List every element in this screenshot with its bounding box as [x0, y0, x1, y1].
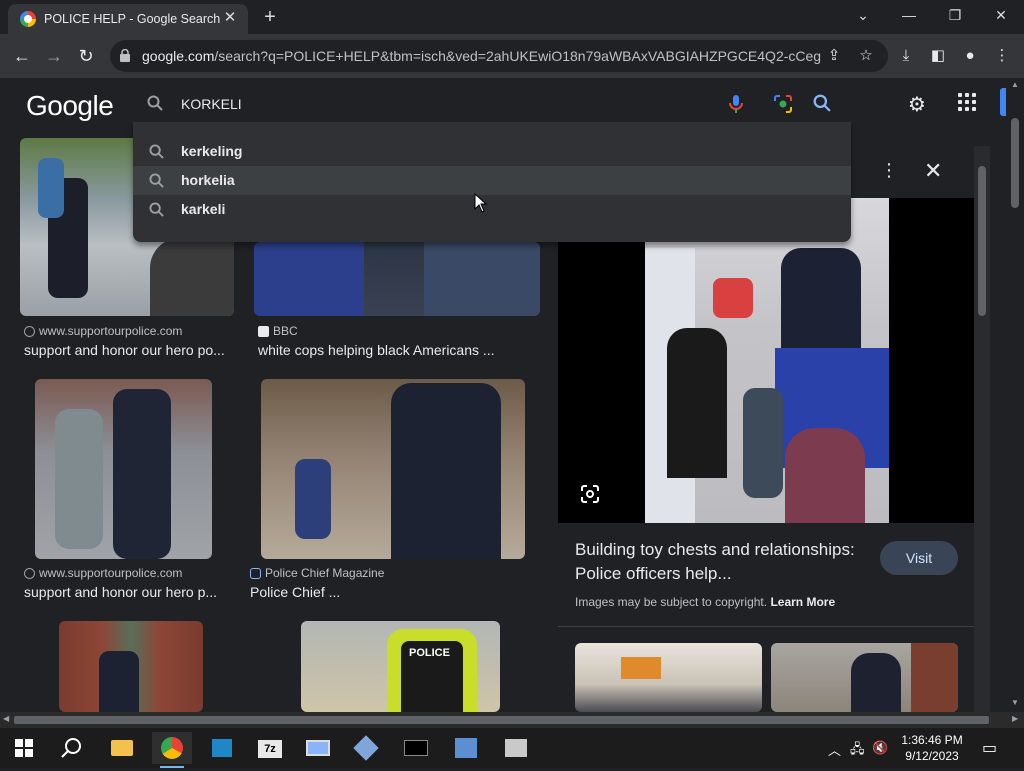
tab-close-icon[interactable]: ✕: [220, 8, 240, 28]
result-caption-4[interactable]: Police Chief ...: [250, 584, 340, 600]
page-scrollbar[interactable]: ▲ ▼: [1006, 78, 1024, 712]
copyright-notice: Images may be subject to copyright. Lear…: [575, 595, 836, 609]
url-path: /search?q=POLICE+HELP&tbm=isch&ved=2ahUK…: [214, 48, 822, 64]
new-tab-button[interactable]: +: [258, 6, 282, 28]
taskbar-search-icon[interactable]: [52, 732, 92, 764]
restore-button[interactable]: ❐: [941, 4, 969, 26]
preview-image-area: [558, 198, 974, 523]
apps-icon[interactable]: [958, 93, 978, 113]
result-image-6[interactable]: POLICE: [301, 621, 500, 712]
profile-icon[interactable]: ●: [958, 44, 982, 68]
terminal-icon[interactable]: [396, 732, 436, 764]
browser-toolbar: ← → ↻ google.com/search?q=POLICE+HELP&tb…: [0, 34, 1024, 78]
share-icon[interactable]: ⇪: [822, 44, 846, 68]
mouse-cursor-icon: [474, 193, 488, 213]
browser-tab[interactable]: POLICE HELP - Google Search ✕: [8, 4, 248, 34]
result-image-5[interactable]: [59, 621, 203, 712]
search-box[interactable]: KORKELI: [133, 86, 851, 122]
app-icon-1[interactable]: [202, 732, 242, 764]
back-icon[interactable]: ←: [10, 44, 34, 68]
divider: [558, 626, 974, 627]
reload-icon[interactable]: ↻: [74, 44, 98, 68]
settings-icon[interactable]: ⚙: [908, 92, 926, 117]
notification-icon[interactable]: ▭: [982, 738, 997, 758]
more-icon[interactable]: ⋮: [880, 160, 898, 181]
search-submit-icon[interactable]: [813, 94, 831, 112]
google-favicon-icon: [20, 11, 36, 27]
result-source-1[interactable]: www.supportourpolice.com: [24, 324, 182, 338]
search-icon: [149, 173, 164, 188]
result-caption-1[interactable]: support and honor our hero po...: [24, 342, 225, 358]
police-vest-label: POLICE: [409, 647, 450, 659]
app-icon-3[interactable]: [446, 732, 486, 764]
suggestion-item-3[interactable]: karkeli: [133, 195, 851, 224]
preview-title[interactable]: Building toy chests and relationships: P…: [575, 538, 875, 586]
address-bar[interactable]: google.com/search?q=POLICE+HELP&tbm=isch…: [110, 40, 888, 72]
windows-start-icon[interactable]: [4, 732, 44, 764]
preview-image[interactable]: [645, 198, 889, 523]
clock-time: 1:36:46 PM: [901, 733, 963, 747]
visual-search-icon[interactable]: [580, 484, 600, 504]
taskbar-clock[interactable]: 1:36:46 PM 9/12/2023: [896, 732, 968, 764]
network-icon[interactable]: 🖧: [850, 740, 865, 762]
forward-icon[interactable]: →: [42, 44, 66, 68]
windows-taskbar: 7z ︿ 🖧 🔇 1:36:46 PM 9/12/2023 ▭: [0, 728, 1024, 768]
suggestion-item-2[interactable]: horkelia: [133, 166, 851, 195]
menu-icon[interactable]: ⋮: [990, 44, 1014, 68]
result-image-4[interactable]: [261, 379, 525, 559]
volume-icon[interactable]: 🔇: [872, 740, 888, 756]
url-host: google.com: [142, 48, 215, 64]
mic-icon[interactable]: [729, 94, 743, 114]
suggestion-text: horkelia: [181, 172, 235, 188]
chrome-icon[interactable]: [152, 732, 192, 768]
lock-icon[interactable]: [120, 49, 130, 62]
7zip-icon[interactable]: 7z: [250, 732, 290, 764]
google-logo[interactable]: Google: [26, 90, 114, 122]
learn-more-link[interactable]: Learn More: [770, 595, 835, 609]
file-explorer-icon[interactable]: [102, 732, 142, 764]
suggestion-item-1[interactable]: kerkeling: [133, 137, 851, 166]
window-close-button[interactable]: ✕: [987, 4, 1015, 26]
url-text: google.com/search?q=POLICE+HELP&tbm=isch…: [142, 48, 822, 64]
clock-date: 9/12/2023: [905, 749, 959, 763]
lens-icon[interactable]: [773, 94, 793, 114]
visit-button[interactable]: Visit: [880, 541, 958, 575]
search-icon: [149, 144, 164, 159]
result-image-3[interactable]: [35, 379, 212, 559]
search-input[interactable]: KORKELI: [181, 96, 242, 112]
search-icon: [147, 95, 163, 111]
result-image-2[interactable]: [254, 242, 540, 316]
related-image-2[interactable]: [771, 643, 958, 712]
result-source-2[interactable]: BBC: [258, 324, 298, 338]
search-icon: [149, 202, 164, 217]
app-icon-4[interactable]: [496, 732, 536, 764]
result-source-3[interactable]: www.supportourpolice.com: [24, 566, 182, 580]
sidebar-icon[interactable]: ◧: [926, 44, 950, 68]
tab-strip: POLICE HELP - Google Search ✕ + ⌄ — ❐ ✕: [0, 0, 1024, 34]
download-icon[interactable]: ⤓: [894, 44, 918, 68]
tab-search-icon[interactable]: ⌄: [849, 4, 877, 26]
tab-title: POLICE HELP - Google Search: [44, 12, 221, 26]
suggestion-text: karkeli: [181, 201, 226, 217]
result-caption-2[interactable]: white cops helping black Americans ...: [258, 342, 495, 358]
horizontal-scrollbar[interactable]: ◀ ▶: [0, 712, 1024, 728]
result-caption-3[interactable]: support and honor our hero p...: [24, 584, 217, 600]
related-image-1[interactable]: [575, 643, 762, 712]
virtualbox-icon[interactable]: [346, 732, 386, 764]
minimize-button[interactable]: —: [895, 4, 923, 26]
app-icon-2[interactable]: [298, 732, 338, 764]
suggestion-text: kerkeling: [181, 143, 243, 159]
tray-chevron-icon[interactable]: ︿: [828, 740, 841, 759]
star-icon[interactable]: ☆: [854, 44, 878, 68]
result-source-4[interactable]: Police Chief Magazine: [250, 566, 384, 580]
preview-scrollbar[interactable]: [974, 146, 990, 712]
close-icon[interactable]: ✕: [924, 158, 942, 184]
